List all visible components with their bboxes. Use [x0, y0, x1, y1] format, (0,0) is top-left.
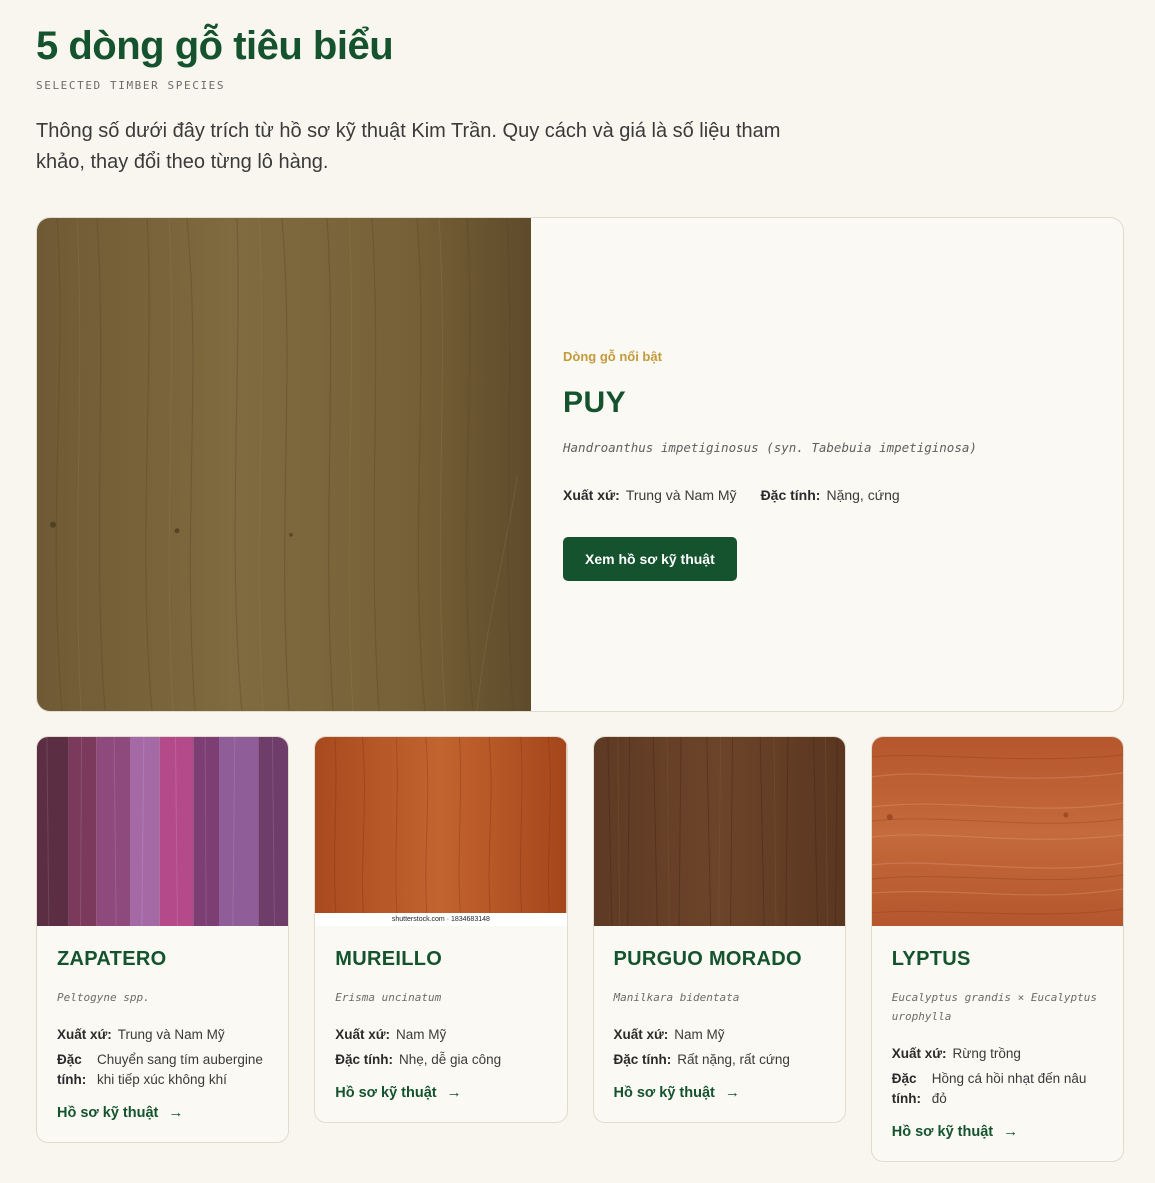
property-label: Đặc tính:: [335, 1052, 394, 1067]
card-property: Đặc tính: Rất nặng, rất cứng: [614, 1050, 825, 1070]
species-card-lyptus: LYPTUS Eucalyptus grandis × Eucalyptus u…: [870, 736, 1124, 1162]
card-wood-image: [871, 737, 1123, 926]
origin-label: Xuất xứ:: [57, 1027, 112, 1042]
link-label: Hồ sơ kỹ thuật: [335, 1084, 437, 1101]
property-value: Rất nặng, rất cứng: [677, 1052, 790, 1067]
card-wood-image: shutterstock.com · 1834683148: [315, 737, 567, 926]
card-property: Đặc tính: Chuyển sang tím aubergine khi t…: [57, 1050, 268, 1090]
card-wood-image: [37, 737, 289, 926]
featured-scientific-name: Handroanthus impetiginosus (syn. Tabebui…: [563, 439, 977, 455]
origin-value: Rừng trồng: [952, 1046, 1021, 1061]
featured-details: Dòng gỗ nổi bật PUY Handroanthus impetig…: [531, 218, 1009, 711]
wood-texture-purple-icon: [37, 737, 289, 926]
arrow-right-icon: →: [446, 1084, 462, 1101]
card-origin: Xuất xứ: Rừng trồng: [892, 1044, 1103, 1064]
species-card-mureillo: shutterstock.com · 1834683148 MUREILLO E…: [314, 736, 568, 1123]
species-page: 5 dòng gỗ tiêu biểu SELECTED TIMBER SPEC…: [0, 0, 1155, 1183]
arrow-right-icon: →: [724, 1084, 740, 1101]
link-label: Hồ sơ kỹ thuật: [57, 1104, 159, 1121]
page-subtitle: SELECTED TIMBER SPECIES: [36, 79, 226, 92]
property-label: Đặc tính:: [613, 1052, 672, 1067]
view-technical-profile-button[interactable]: Xem hồ sơ kỹ thuật: [563, 536, 737, 581]
featured-meta: Xuất xứ: Trung và Nam Mỹ Đặc tính: Nặng, c…: [563, 487, 977, 503]
card-body: PURGUO MORADO Manilkara bidentata Xuất x…: [594, 926, 845, 1122]
featured-origin: Xuất xứ: Trung và Nam Mỹ: [563, 487, 737, 503]
card-body: LYPTUS Eucalyptus grandis × Eucalyptus u…: [872, 926, 1123, 1161]
wood-texture-orange-icon: [315, 737, 567, 926]
card-origin: Xuất xứ: Nam Mỹ: [335, 1025, 546, 1045]
origin-value: Nam Mỹ: [396, 1027, 447, 1042]
property-label: Đặc tính:: [891, 1071, 921, 1106]
card-wood-image: [593, 737, 845, 926]
card-body: MUREILLO Erisma uncinatum Xuất xứ: Nam Mỹ…: [315, 926, 566, 1122]
featured-species-name: PUY: [563, 385, 627, 419]
origin-value: Trung và Nam Mỹ: [625, 486, 737, 503]
card-origin: Xuất xứ: Trung và Nam Mỹ: [57, 1025, 268, 1045]
property-value: Nặng, cứng: [826, 486, 900, 503]
arrow-right-icon: →: [1003, 1123, 1019, 1140]
card-origin: Xuất xứ: Nam Mỹ: [614, 1025, 825, 1045]
featured-card: Dòng gỗ nổi bật PUY Handroanthus impetig…: [36, 217, 1124, 712]
featured-wood-image: [37, 218, 531, 711]
wood-texture-salmon-icon: [871, 737, 1123, 926]
image-watermark: shutterstock.com · 1834683148: [315, 913, 567, 926]
species-card-zapatero: ZAPATERO Peltogyne spp. Xuất xứ: Trung và…: [36, 736, 290, 1143]
property-label: Đặc tính:: [57, 1052, 87, 1087]
origin-label: Xuất xứ:: [563, 486, 620, 503]
card-scientific-name: Manilkara bidentata: [613, 991, 740, 1004]
page-description: Thông số dưới đây trích từ hồ sơ kỹ thuậ…: [36, 120, 781, 173]
origin-value: Nam Mỹ: [674, 1027, 725, 1042]
link-label: Hồ sơ kỹ thuật: [891, 1123, 994, 1140]
property-label: Đặc tính:: [760, 486, 821, 503]
origin-label: Xuất xứ:: [891, 1046, 947, 1061]
featured-property: Đặc tính: Nặng, cứng: [761, 487, 900, 503]
property-value: Chuyển sang tím aubergine khi tiếp xúc k…: [97, 1052, 263, 1087]
link-label: Hồ sơ kỹ thuật: [613, 1084, 715, 1101]
card-scientific-name: Erisma uncinatum: [335, 991, 442, 1004]
wood-texture-brown-icon: [593, 737, 845, 926]
origin-label: Xuất xứ:: [613, 1027, 669, 1042]
technical-profile-link[interactable]: Hồ sơ kỹ thuật →: [892, 1123, 1018, 1140]
arrow-right-icon: →: [168, 1104, 184, 1121]
technical-profile-link[interactable]: Hồ sơ kỹ thuật →: [57, 1104, 183, 1121]
card-species-name: LYPTUS: [891, 948, 971, 970]
card-species-name: ZAPATERO: [57, 948, 167, 970]
species-card-list: ZAPATERO Peltogyne spp. Xuất xứ: Trung và…: [36, 736, 1124, 1162]
card-body: ZAPATERO Peltogyne spp. Xuất xứ: Trung và…: [37, 926, 288, 1142]
featured-eyebrow: Dòng gỗ nổi bật: [563, 348, 662, 364]
card-property: Đặc tính: Nhẹ, dễ gia công: [335, 1050, 546, 1070]
property-value: Hồng cá hồi nhạt đến nâu đỏ: [931, 1071, 1087, 1106]
card-property: Đặc tính: Hồng cá hồi nhạt đến nâu đỏ: [892, 1069, 1103, 1109]
card-species-name: MUREILLO: [335, 948, 443, 970]
wood-texture-olive-icon: [37, 218, 531, 711]
card-scientific-name: Eucalyptus grandis × Eucalyptus urophyll…: [891, 991, 1098, 1023]
technical-profile-link[interactable]: Hồ sơ kỹ thuật →: [335, 1084, 461, 1101]
page-title: 5 dòng gỗ tiêu biểu: [36, 24, 394, 68]
origin-label: Xuất xứ:: [335, 1027, 391, 1042]
property-value: Nhẹ, dễ gia công: [399, 1052, 502, 1067]
technical-profile-link[interactable]: Hồ sơ kỹ thuật →: [614, 1084, 740, 1101]
card-species-name: PURGUO MORADO: [613, 948, 802, 970]
origin-value: Trung và Nam Mỹ: [117, 1027, 225, 1042]
species-card-purguo-morado: PURGUO MORADO Manilkara bidentata Xuất x…: [592, 736, 846, 1123]
card-scientific-name: Peltogyne spp.: [57, 991, 150, 1004]
